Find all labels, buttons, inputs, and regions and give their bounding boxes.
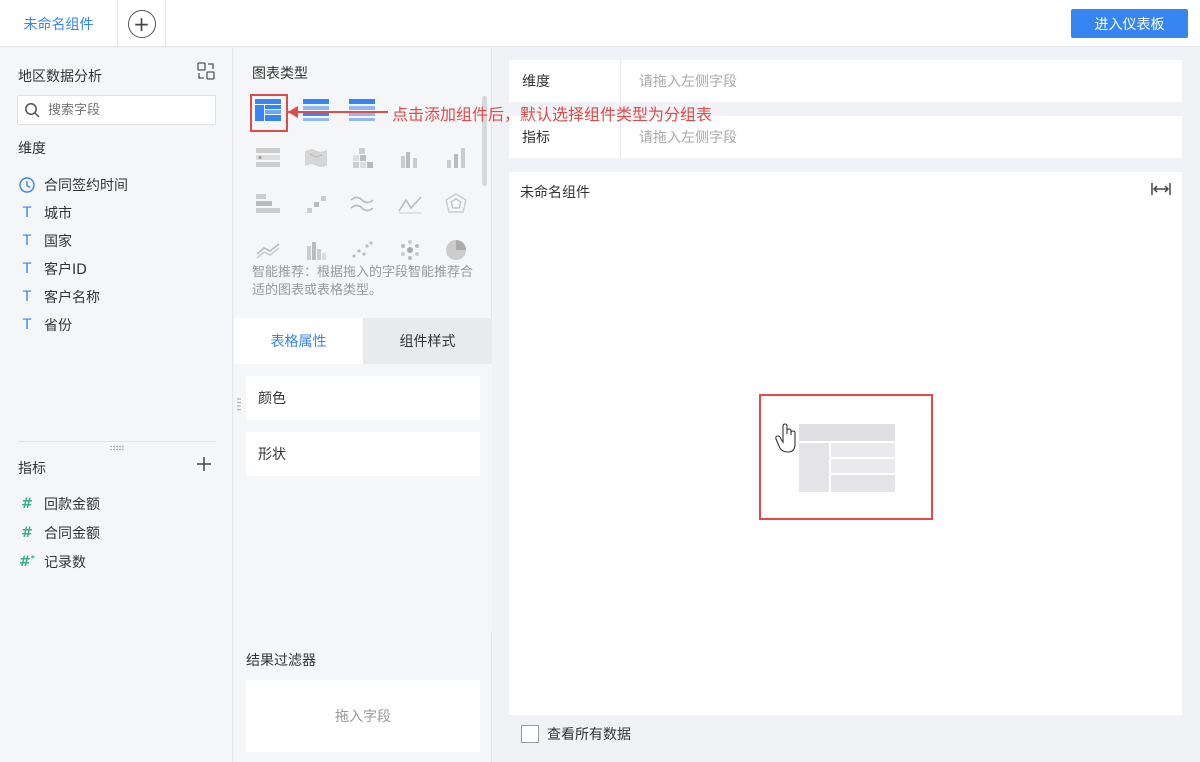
- dimension-drop-row[interactable]: 维度 请拖入左侧字段: [509, 60, 1182, 102]
- field-label: 客户ID: [44, 262, 87, 278]
- dataset-title: 地区数据分析: [18, 69, 102, 85]
- field-label: 合同签约时间: [44, 178, 128, 194]
- hand-cursor-icon: [775, 423, 796, 453]
- measure-drop-placeholder: 请拖入左侧字段: [639, 130, 737, 146]
- switch-dataset-icon[interactable]: [197, 62, 215, 80]
- tab-table-properties[interactable]: 表格属性: [234, 318, 363, 364]
- view-all-data-option[interactable]: 查看所有数据: [521, 724, 631, 744]
- text-type-icon: T: [22, 317, 32, 333]
- search-field-box[interactable]: [17, 95, 216, 125]
- field-item-city[interactable]: T 城市: [18, 202, 72, 224]
- property-tabs: 表格属性 组件样式: [234, 318, 492, 364]
- field-label: 回款金额: [44, 497, 100, 513]
- line-chart-icon[interactable]: [346, 190, 378, 218]
- field-label: 客户名称: [44, 290, 100, 306]
- search-icon: [25, 103, 40, 118]
- search-input[interactable]: [48, 102, 198, 118]
- field-item-contract-amount[interactable]: # 合同金额: [18, 522, 100, 544]
- text-type-icon: T: [22, 261, 32, 277]
- range-line-chart-icon[interactable]: [394, 190, 426, 218]
- tab-untitled-component[interactable]: 未命名组件: [0, 0, 118, 47]
- field-label: 省份: [44, 318, 72, 334]
- cross-table-chart-icon[interactable]: [300, 96, 332, 124]
- view-all-data-checkbox[interactable]: [521, 725, 539, 743]
- map-chart-icon[interactable]: [300, 144, 332, 172]
- expand-width-icon[interactable]: [1151, 181, 1171, 197]
- shape-property[interactable]: 形状: [246, 432, 480, 476]
- chart-config-panel: 图表类型 智能推荐：根据拖入的字段智能推荐合适的图表或表格类型。 表格属性 组件…: [234, 48, 492, 762]
- field-label: 记录数: [44, 555, 86, 571]
- field-item-country[interactable]: T 国家: [18, 230, 72, 252]
- bubble-chart-icon[interactable]: [394, 236, 426, 264]
- color-property[interactable]: 颜色: [246, 376, 480, 420]
- field-panel: 地区数据分析 维度 合同签约时间 T 城市 T 国家 T 客户ID T 客户名称: [0, 48, 233, 762]
- text-type-icon: T: [22, 205, 32, 221]
- clock-icon: [19, 177, 35, 193]
- highlight-box: [759, 394, 933, 520]
- result-filter-title: 结果过滤器: [246, 653, 316, 669]
- component-name[interactable]: 未命名组件: [520, 182, 590, 202]
- text-type-icon: T: [22, 233, 32, 249]
- field-label: 合同金额: [44, 526, 100, 542]
- add-measure-icon[interactable]: [196, 456, 212, 472]
- smart-recommend-hint: 智能推荐：根据拖入的字段智能推荐合适的图表或表格类型。: [252, 265, 474, 298]
- dimension-drop-placeholder: 请拖入左侧字段: [639, 74, 737, 90]
- field-item-payment-amount[interactable]: # 回款金额: [18, 493, 100, 515]
- top-bar: 未命名组件 + 进入仪表板: [0, 0, 1200, 47]
- dimension-row-label: 维度: [509, 60, 621, 102]
- plus-circle-icon: +: [127, 9, 156, 38]
- radar-chart-icon[interactable]: [440, 190, 472, 218]
- property-area: 颜色 形状: [234, 364, 492, 632]
- waterfall-chart-icon[interactable]: [300, 190, 332, 218]
- annotation-arrow-line: [288, 111, 388, 113]
- add-tab-button[interactable]: +: [118, 0, 166, 47]
- heat-grid-chart-icon[interactable]: [346, 144, 378, 172]
- resize-handle-icon[interactable]: [110, 445, 124, 451]
- enter-dashboard-button[interactable]: 进入仪表板: [1071, 9, 1188, 38]
- bar-chart-icon[interactable]: [440, 144, 472, 172]
- stack-bar-chart-icon[interactable]: [252, 190, 284, 218]
- area-chart-icon[interactable]: [252, 236, 284, 264]
- pie-chart-icon[interactable]: [440, 236, 472, 264]
- indicator-card-chart-icon[interactable]: [252, 144, 284, 172]
- component-editor: 维度 请拖入左侧字段 指标 请拖入左侧字段 未命名组件 查看所有数据: [493, 48, 1200, 762]
- group-table-placeholder-icon: [775, 423, 895, 492]
- measure-section-label: 指标: [18, 461, 46, 477]
- chart-type-highlight-box: [250, 94, 288, 132]
- annotation-arrow-head-icon: [288, 106, 298, 118]
- result-filter-drop-zone[interactable]: 拖入字段: [246, 680, 480, 752]
- text-type-icon: T: [22, 289, 32, 305]
- field-label: 国家: [44, 234, 72, 250]
- comparison-bar-chart-icon[interactable]: [300, 236, 332, 264]
- side-resize-handle-icon[interactable]: [237, 398, 241, 412]
- annotation-text: 点击添加组件后，默认选择组件类型为分组表: [392, 105, 713, 124]
- field-item-province[interactable]: T 省份: [18, 314, 72, 336]
- dimension-section-label: 维度: [18, 141, 46, 157]
- field-label: 城市: [44, 206, 72, 222]
- view-all-data-label: 查看所有数据: [547, 727, 631, 743]
- tab-label: 未命名组件: [23, 16, 94, 33]
- scatter-chart-icon[interactable]: [346, 236, 378, 264]
- group-bar-chart-icon[interactable]: [394, 144, 426, 172]
- field-item-customer-name[interactable]: T 客户名称: [18, 286, 100, 308]
- field-item-record-count[interactable]: # * 记录数: [18, 551, 86, 573]
- chart-type-title: 图表类型: [252, 66, 308, 82]
- panel-divider: [18, 441, 216, 442]
- number-type-icon: #: [21, 525, 33, 541]
- field-item-contract-time[interactable]: 合同签约时间: [18, 174, 128, 196]
- component-canvas: 未命名组件: [509, 172, 1182, 715]
- detail-table-chart-icon[interactable]: [346, 96, 378, 124]
- tab-component-style[interactable]: 组件样式: [363, 318, 492, 364]
- field-item-customer-id[interactable]: T 客户ID: [18, 258, 87, 280]
- number-type-icon: #: [21, 496, 33, 512]
- record-count-icon: # *: [19, 554, 35, 570]
